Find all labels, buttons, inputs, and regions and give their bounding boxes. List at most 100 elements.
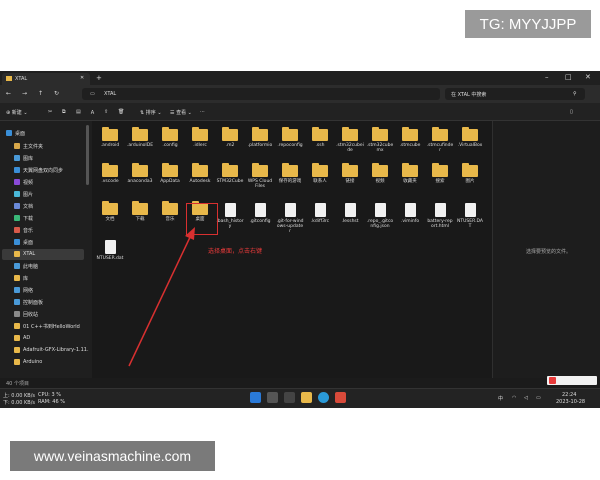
file-item[interactable]: .git-for-windows-updater xyxy=(276,203,304,234)
file-item[interactable]: .viminfo xyxy=(396,203,424,224)
delete-icon[interactable]: 🗑 xyxy=(118,109,124,115)
file-item[interactable]: .vscode xyxy=(96,163,124,184)
sidebar-item-folder-arduino[interactable]: Arduino xyxy=(14,357,42,367)
sidebar-item-downloads[interactable]: 下载 xyxy=(14,213,33,223)
file-item[interactable]: .arduinoIDE xyxy=(126,127,154,148)
file-item[interactable]: .repoconfig xyxy=(276,127,304,148)
sidebar-item-cloud[interactable]: 天翼网盘双向同步 xyxy=(14,165,63,175)
volume-icon[interactable]: ◁ xyxy=(524,395,528,401)
address-field[interactable]: ▭ XTAL xyxy=(82,88,440,100)
task-view-icon[interactable] xyxy=(284,392,295,403)
sidebar-item-libraries[interactable]: 库 xyxy=(14,273,28,283)
file-item[interactable]: 搜索 xyxy=(426,163,454,184)
search-taskbar-icon[interactable] xyxy=(267,392,278,403)
view-button[interactable]: ☰ 查看 ⌄ xyxy=(170,109,192,116)
sidebar-item-documents[interactable]: 文档 xyxy=(14,201,33,211)
tab-xtal[interactable]: XTAL ✕ xyxy=(2,73,90,85)
file-item[interactable]: 下载 xyxy=(126,201,154,222)
sidebar-item-home[interactable]: 主文件夹 xyxy=(14,141,43,151)
sidebar-item-this-pc[interactable]: 此电脑 xyxy=(14,261,38,271)
file-item[interactable]: AppData xyxy=(156,163,184,184)
copy-icon[interactable]: ⧉ xyxy=(62,109,66,115)
rename-icon[interactable]: Ａ xyxy=(90,109,95,116)
clock-date[interactable]: 2023-10-28 xyxy=(556,399,585,405)
details-pane-button[interactable]: ▯ xyxy=(570,109,573,115)
sidebar-item-desktop[interactable]: 桌面 xyxy=(6,128,25,138)
file-item[interactable]: 视频 xyxy=(366,163,394,184)
sort-label: 排序 xyxy=(145,110,156,116)
file-item[interactable]: .kdiff3rc xyxy=(306,203,334,224)
new-button[interactable]: ⊕ 新建 ⌄ xyxy=(6,109,28,116)
cut-icon[interactable]: ✂ xyxy=(48,109,52,115)
sidebar-item-pictures[interactable]: 图片 xyxy=(14,189,33,199)
sidebar-item-folder-cpp[interactable]: 01 C++书到HelloWorld xyxy=(14,321,80,331)
file-item[interactable]: 收藏夹 xyxy=(396,163,424,184)
file-item[interactable]: .stmcube xyxy=(396,127,424,148)
start-button[interactable] xyxy=(250,392,261,403)
sidebar-item-folder-ad[interactable]: AD xyxy=(14,333,30,343)
sidebar-scrollbar[interactable] xyxy=(86,125,89,185)
sidebar-item-control-panel[interactable]: 控制面板 xyxy=(14,297,43,307)
language-indicator[interactable]: 中 xyxy=(498,395,503,402)
file-item[interactable]: .m2 xyxy=(216,127,244,148)
sort-button[interactable]: ⇅ 排序 ⌄ xyxy=(140,109,162,116)
sidebar-label: 回收站 xyxy=(23,311,39,318)
tab-close-icon[interactable]: ✕ xyxy=(80,75,84,81)
more-button[interactable]: ··· xyxy=(200,109,205,115)
sidebar-item-desktop2[interactable]: 桌面 xyxy=(14,237,33,247)
file-item[interactable]: 保存的游戏 xyxy=(276,163,304,184)
file-item[interactable]: .platformio xyxy=(246,127,274,148)
minimize-button[interactable]: – xyxy=(545,73,549,81)
sidebar-item-network[interactable]: 网络 xyxy=(14,285,33,295)
wifi-icon[interactable]: ◠ xyxy=(512,395,516,401)
sidebar-item-xtal[interactable]: XTAL xyxy=(14,249,35,259)
wps-icon[interactable] xyxy=(335,392,346,403)
paste-icon[interactable]: ▤ xyxy=(76,109,81,115)
up-button[interactable]: ↑ xyxy=(38,90,43,97)
sidebar-label: Arduino xyxy=(23,359,43,365)
sidebar-item-videos[interactable]: 视频 xyxy=(14,177,33,187)
folder-icon xyxy=(14,347,20,353)
file-item[interactable]: .idlerc xyxy=(186,127,214,148)
forward-button[interactable]: → xyxy=(22,90,27,97)
file-item[interactable]: .stm32cubeide xyxy=(336,127,364,153)
sidebar-item-music[interactable]: 音乐 xyxy=(14,225,33,235)
file-item[interactable]: .ssh xyxy=(306,127,334,148)
file-item[interactable]: Autodesk xyxy=(186,163,214,184)
file-item[interactable]: .stmcufinder xyxy=(426,127,454,153)
file-item[interactable]: NTUSER.dat xyxy=(96,240,124,261)
sidebar-item-gallery[interactable]: 图库 xyxy=(14,153,33,163)
ime-toolbar[interactable] xyxy=(547,376,597,385)
file-item[interactable]: .VirtualBox xyxy=(456,127,484,148)
file-item[interactable]: STM32Cube xyxy=(216,163,244,184)
file-item[interactable]: anaconda3 xyxy=(126,163,154,184)
file-item[interactable]: 音乐 xyxy=(156,201,184,222)
file-item[interactable]: 链接 xyxy=(336,163,364,184)
file-item[interactable]: .stm32cubemx xyxy=(366,127,394,153)
file-item[interactable]: .android xyxy=(96,127,124,148)
file-item[interactable]: 图片 xyxy=(456,163,484,184)
file-explorer-taskbar-icon[interactable] xyxy=(301,392,312,403)
close-window-button[interactable]: ✕ xyxy=(585,73,591,81)
battery-icon[interactable]: ▭ xyxy=(536,395,541,401)
sidebar-item-folder-adafruit[interactable]: Adafruit-GFX-Library-1.11. xyxy=(14,345,89,355)
file-item[interactable]: 文档 xyxy=(96,201,124,222)
file-item[interactable]: WPS Cloud Files xyxy=(246,163,274,189)
file-item[interactable]: .lesshst xyxy=(336,203,364,224)
file-item[interactable]: battery-report.html xyxy=(426,203,454,229)
share-icon[interactable]: ⇪ xyxy=(104,109,108,115)
clock-time[interactable]: 22:24 xyxy=(562,392,576,398)
file-item[interactable]: 联系人 xyxy=(306,163,334,184)
sidebar-item-recycle-bin[interactable]: 回收站 xyxy=(14,309,38,319)
back-button[interactable]: ← xyxy=(6,90,11,97)
file-item[interactable]: .bash_history xyxy=(216,203,244,229)
edge-icon[interactable] xyxy=(318,392,329,403)
file-item[interactable]: .config xyxy=(156,127,184,148)
file-item[interactable]: NTUSER.DAT xyxy=(456,203,484,229)
maximize-button[interactable]: □ xyxy=(565,73,572,81)
file-item[interactable]: .gitconfig xyxy=(246,203,274,224)
search-input[interactable]: 在 XTAL 中搜索 ⚲ xyxy=(445,88,585,100)
new-tab-button[interactable]: + xyxy=(96,74,102,82)
refresh-button[interactable]: ↻ xyxy=(54,90,59,97)
file-item[interactable]: .repo_.gitconfig.json xyxy=(366,203,394,229)
